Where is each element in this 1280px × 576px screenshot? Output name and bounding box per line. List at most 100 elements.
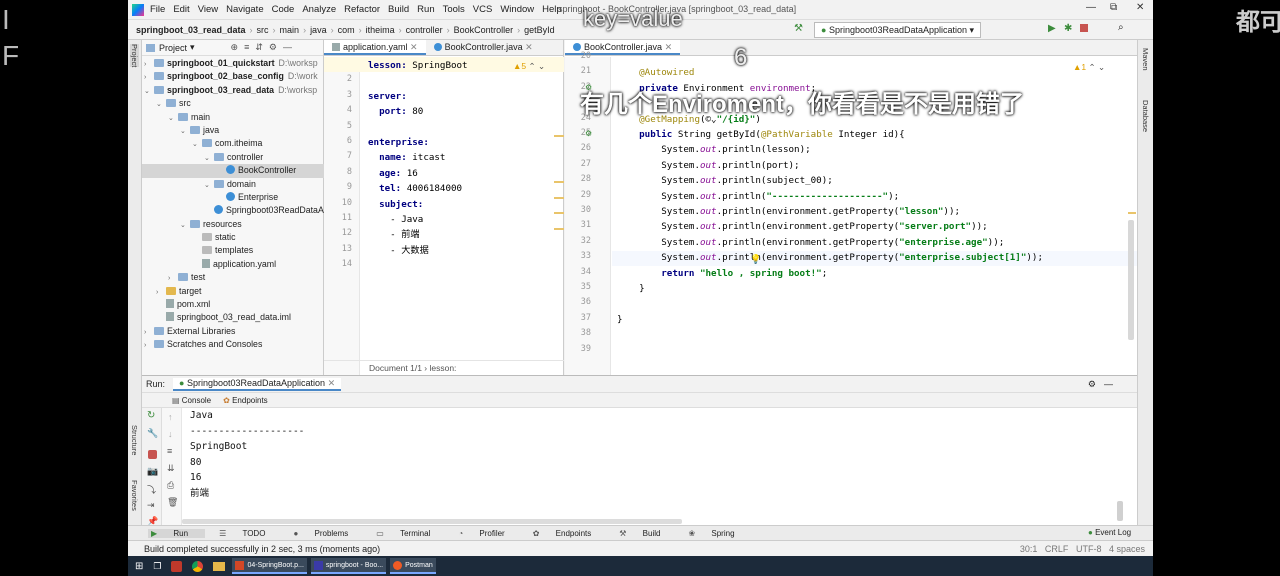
code-line[interactable]: age: 16 — [368, 166, 468, 181]
menu-item-analyze[interactable]: Analyze — [302, 4, 336, 15]
tree-arrow-icon[interactable]: ⌄ — [180, 219, 190, 232]
tool-tab-spring[interactable]: ❀ Spring — [688, 529, 748, 538]
tree-node[interactable]: › test — [142, 271, 324, 284]
taskbar-postman[interactable]: Postman — [390, 558, 436, 574]
tree-node[interactable]: ⌄ resources — [142, 218, 324, 231]
code-line[interactable]: server: — [368, 89, 468, 104]
indent-setting[interactable]: 4 spaces — [1109, 544, 1145, 554]
project-title[interactable]: Project — [159, 43, 187, 53]
stop-icon[interactable] — [1080, 24, 1088, 32]
menu-item-window[interactable]: Window — [500, 4, 534, 15]
code-line[interactable] — [368, 73, 468, 88]
caret-position[interactable]: 30:1 — [1020, 544, 1038, 554]
wrench-icon[interactable]: 🔧 — [147, 428, 158, 439]
code-line[interactable]: System.out.println(lesson); — [617, 142, 1043, 157]
tab-bookcontroller-left[interactable]: BookController.java ✕ — [426, 40, 541, 55]
tree-arrow-icon[interactable]: ⌄ — [168, 112, 178, 125]
menu-item-build[interactable]: Build — [388, 4, 409, 15]
code-line[interactable]: } — [617, 312, 1043, 327]
editor-scrollbar[interactable] — [1128, 220, 1134, 340]
trash-icon[interactable]: 🗑 — [167, 497, 178, 508]
breadcrumb-item[interactable]: springboot_03_read_data — [136, 25, 246, 35]
tree-node[interactable]: static — [142, 231, 324, 244]
console-horizontal-scrollbar[interactable] — [182, 519, 682, 524]
breadcrumb-item[interactable]: controller — [406, 25, 443, 35]
code-line[interactable]: } — [617, 281, 1043, 296]
rerun-icon[interactable]: ↻ — [147, 410, 155, 421]
code-line[interactable]: port: 80 — [368, 104, 468, 119]
code-line[interactable]: @Autowired — [617, 65, 1043, 80]
tree-arrow-icon[interactable]: › — [144, 71, 154, 84]
code-line[interactable]: System.out.println(environment.getProper… — [617, 219, 1043, 234]
soft-wrap-icon[interactable]: ≡ — [167, 446, 172, 456]
code-line[interactable] — [617, 327, 1043, 342]
tree-arrow-icon[interactable]: › — [144, 339, 154, 352]
yaml-breadcrumb[interactable]: Document 1/1 › lesson: — [324, 360, 564, 375]
tool-tab-todo[interactable]: ☰ TODO — [219, 529, 279, 538]
menu-item-tools[interactable]: Tools — [443, 4, 465, 15]
tree-node[interactable]: application.yaml — [142, 258, 324, 271]
breadcrumb-item[interactable]: BookController — [454, 25, 514, 35]
tool-tab-endpoints[interactable]: ✿ Endpoints — [533, 529, 606, 538]
code-line[interactable]: - 大数据 — [368, 243, 468, 258]
tree-node[interactable]: pom.xml — [142, 298, 324, 311]
tree-arrow-icon[interactable]: ⌄ — [180, 125, 190, 138]
minimize-button[interactable]: — — [1086, 2, 1096, 13]
console-output[interactable]: Java -------------------- SpringBoot 80 16 前端 — [190, 408, 304, 501]
run-config-select[interactable]: ● Springboot03ReadDataApplication ▾ — [814, 22, 982, 38]
stop-run-icon[interactable] — [148, 450, 157, 459]
java-warnings[interactable]: ▲1 ⌃ ⌄ — [1073, 62, 1105, 73]
run-app-tab[interactable]: ● Springboot03ReadDataApplication ✕ — [173, 377, 342, 391]
tree-arrow-icon[interactable]: ⌄ — [144, 85, 154, 98]
code-line[interactable]: System.out.println("--------------------… — [617, 189, 1043, 204]
tree-arrow-icon[interactable]: › — [144, 58, 154, 71]
code-line[interactable]: System.out.println(environment.getProper… — [617, 250, 1043, 265]
chevron-down-icon[interactable]: ▾ — [190, 42, 195, 53]
database-tool-tab[interactable]: Database — [1141, 100, 1150, 132]
tree-node[interactable]: ⌄ controller — [142, 151, 324, 164]
tree-arrow-icon[interactable]: ⌄ — [204, 179, 214, 192]
tree-arrow-icon[interactable]: › — [144, 326, 154, 339]
project-tool-tab[interactable]: Project — [130, 44, 139, 68]
menu-item-edit[interactable]: Edit — [173, 4, 189, 15]
endpoint-gutter-icon[interactable]: ⚙ — [585, 129, 592, 138]
code-line[interactable]: lesson: SpringBoot — [368, 58, 468, 73]
restore-layout-icon[interactable]: ⤵ — [147, 483, 156, 496]
run-icon[interactable]: ▶ — [1048, 23, 1056, 34]
task-view-icon[interactable]: ❐ — [150, 558, 164, 574]
tool-tab-run[interactable]: ▶ Run — [148, 529, 206, 538]
line-separator[interactable]: CRLF — [1045, 544, 1069, 554]
explorer-icon[interactable] — [210, 558, 228, 574]
maven-tool-tab[interactable]: Maven — [1141, 48, 1150, 71]
structure-tool-tab[interactable]: Structure — [130, 425, 139, 455]
camera-icon[interactable]: 📷 — [147, 466, 158, 477]
code-line[interactable] — [617, 50, 1043, 65]
breadcrumb-item[interactable]: java — [310, 25, 327, 35]
tree-node[interactable]: Enterprise — [142, 191, 324, 204]
tree-arrow-icon[interactable]: ⌄ — [204, 152, 214, 165]
print-icon[interactable]: ⎙ — [167, 480, 174, 491]
close-icon[interactable]: ✕ — [328, 378, 336, 388]
menu-item-file[interactable]: File — [150, 4, 165, 15]
tree-node[interactable]: › springboot_02_base_config D:\work — [142, 70, 324, 83]
search-everywhere-icon[interactable]: ⌕ — [1118, 22, 1124, 33]
code-line[interactable]: System.out.println(subject_00); — [617, 173, 1043, 188]
lightbulb-icon[interactable]: 💡 — [750, 254, 761, 265]
code-line[interactable] — [617, 343, 1043, 358]
taskbar-intellij[interactable]: springboot - Boo... — [310, 558, 387, 574]
arrow-down-icon[interactable]: ↓ — [168, 429, 173, 439]
yaml-code[interactable]: lesson: SpringBoot server: port: 80 ente… — [368, 58, 468, 274]
code-line[interactable]: - Java — [368, 212, 468, 227]
tab-console[interactable]: ▤ Console — [172, 396, 211, 405]
code-line[interactable] — [368, 258, 468, 273]
breadcrumb-item[interactable]: getById — [524, 25, 555, 35]
code-line[interactable]: System.out.println(port); — [617, 158, 1043, 173]
arrow-up-icon[interactable]: ↑ — [168, 412, 173, 422]
app-red-icon[interactable] — [168, 558, 185, 574]
breadcrumb-item[interactable]: main — [280, 25, 300, 35]
tool-tab-profiler[interactable]: ◔ Profiler — [458, 529, 518, 538]
tree-node[interactable]: ⌄ com.itheima — [142, 137, 324, 150]
event-log[interactable]: ● Event Log — [1088, 528, 1131, 537]
menu-item-view[interactable]: View — [198, 4, 218, 15]
code-line[interactable]: subject: — [368, 197, 468, 212]
